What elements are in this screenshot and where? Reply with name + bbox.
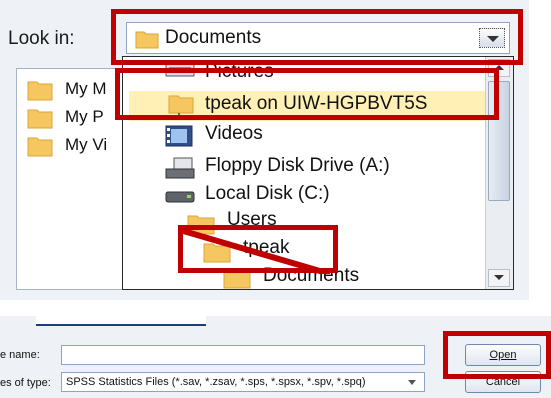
- highlight-open-button: [443, 331, 551, 379]
- dropdown-item-label: Floppy Disk Drive (A:): [205, 155, 390, 176]
- files-of-type-label: es of type:: [0, 377, 51, 389]
- folder-icon: [27, 137, 53, 157]
- files-of-type-select[interactable]: SPSS Statistics Files (*.sav, *.zsav, *.…: [61, 372, 425, 392]
- videos-icon: [165, 125, 193, 147]
- highlight-tpeak-network: [115, 68, 499, 120]
- dropdown-item-videos[interactable]: Videos: [165, 123, 485, 149]
- look-in-label: Look in:: [8, 28, 75, 49]
- dropdown-item-floppy[interactable]: Floppy Disk Drive (A:): [165, 155, 485, 181]
- scroll-down-button[interactable]: [488, 269, 510, 287]
- dropdown-item-local-disk[interactable]: Local Disk (C:): [165, 183, 485, 209]
- file-name-label: e name:: [0, 349, 40, 361]
- divider: [36, 316, 206, 326]
- folder-icon: [27, 109, 53, 129]
- local-disk-icon: [165, 191, 195, 203]
- annotation-diagonal-line: [180, 230, 330, 274]
- dropdown-item-label: Videos: [205, 123, 263, 144]
- folder-icon: [27, 81, 53, 101]
- files-of-type-value: SPSS Statistics Files (*.sav, *.zsav, *.…: [66, 376, 366, 388]
- highlight-look-in: [111, 9, 523, 65]
- file-name-input[interactable]: [61, 345, 425, 365]
- list-item-label: My M: [65, 79, 107, 98]
- list-item-label: My Vi: [65, 135, 108, 154]
- chevron-down-icon[interactable]: [403, 374, 421, 390]
- floppy-drive-icon: [165, 157, 195, 179]
- dropdown-item-label: Local Disk (C:): [205, 183, 330, 204]
- list-item-label: My P: [65, 107, 104, 126]
